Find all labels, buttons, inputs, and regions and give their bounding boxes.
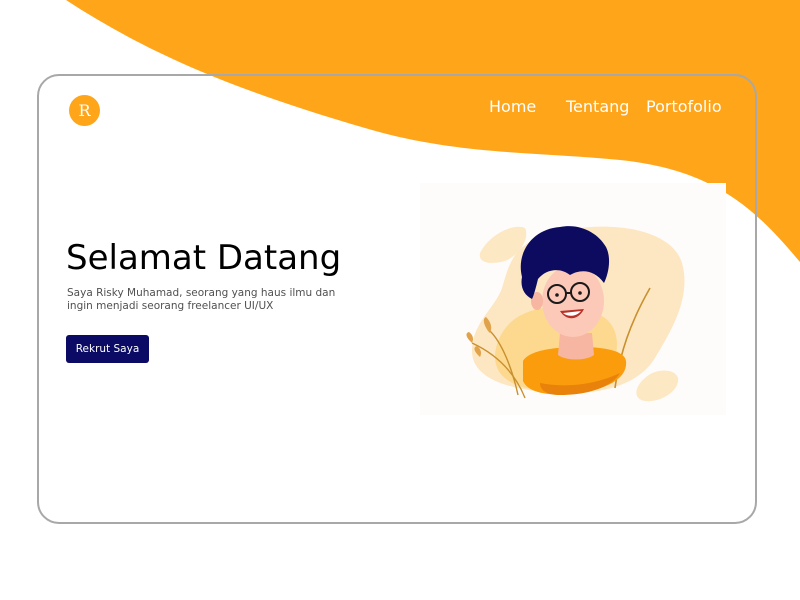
nav-link-portofolio[interactable]: Portofolio [646,97,722,117]
logo-badge[interactable]: R [69,95,100,126]
hero-description: Saya Risky Muhamad, seorang yang haus il… [67,287,336,312]
nav-link-home[interactable]: Home [489,97,536,117]
hero-title: Selamat Datang [66,238,342,278]
landing-page: R Home Tentang Portofolio Selamat Datang… [0,0,800,600]
avatar-illustration [420,183,726,415]
nav-link-tentang[interactable]: Tentang [566,97,629,117]
rekrut-saya-button[interactable]: Rekrut Saya [66,335,149,363]
